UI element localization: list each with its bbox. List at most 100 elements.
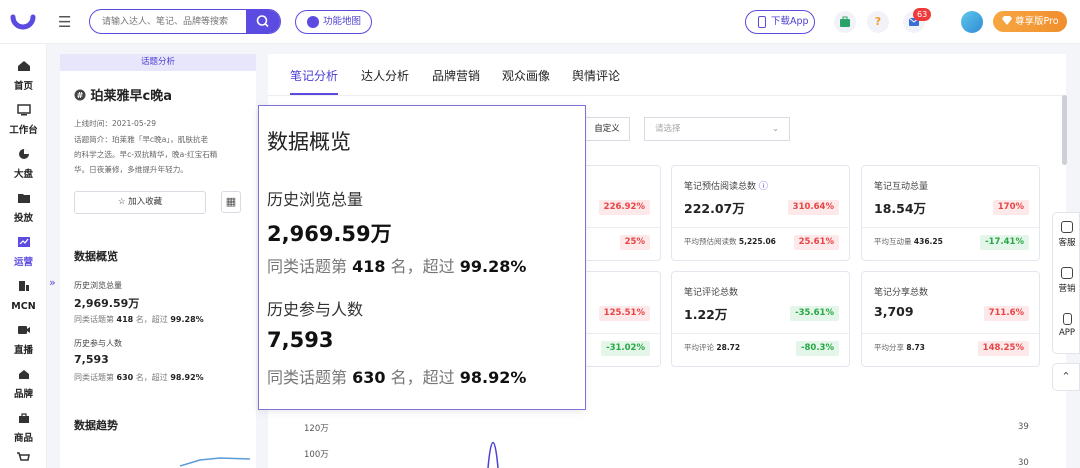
tab-note-analysis[interactable]: 笔记分析 (290, 67, 338, 84)
headset-icon (1061, 221, 1073, 233)
marketing-button[interactable]: 营销 (1053, 267, 1080, 294)
diamond-icon (1002, 16, 1012, 25)
change-badge: 711.6% (983, 306, 1029, 321)
pro-label: 尊享版Pro (1015, 16, 1059, 27)
nav-item-overview[interactable]: 大盘 (0, 144, 47, 184)
favorite-label: 加入收藏 (128, 197, 163, 207)
phone-icon (1062, 313, 1072, 325)
bag-icon (18, 413, 29, 423)
change-badge: 170% (992, 200, 1029, 215)
topic-analysis-tab[interactable]: 话题分析 (60, 54, 256, 71)
marketing-icon (1061, 267, 1073, 279)
card-sub: 平均分享 8.73 (874, 343, 925, 352)
tab-public-opinion[interactable]: 舆情评论 (572, 67, 620, 84)
back-to-top-button[interactable]: ⌃ (1052, 363, 1080, 391)
chart-icon (17, 237, 30, 247)
nav-label: 大盘 (13, 169, 33, 180)
search-input[interactable] (90, 10, 248, 33)
search-button[interactable] (246, 10, 280, 33)
add-favorite-button[interactable]: ☆ 加入收藏 (74, 191, 206, 214)
download-app-label: 下载App (771, 16, 809, 27)
participants-value: 7,593 (74, 353, 109, 366)
overview-zoom-callout: 数据概览 历史浏览总量 2,969.59万 同类话题第 418 名，超过 99.… (258, 105, 586, 410)
map-icon (307, 16, 319, 28)
topic-intro-line2: 的科学之选。早c-双抗精华，晚a-红宝石精 (74, 150, 218, 159)
feature-map-button[interactable]: 功能地图 (295, 10, 372, 34)
nav-item-goods[interactable]: 商品 (0, 408, 47, 448)
trend-mini-chart (180, 457, 250, 467)
sub-change-badge: 25% (619, 235, 650, 250)
nav-label: 品牌 (13, 389, 33, 400)
trend-title: 数据趋势 (74, 419, 118, 432)
zoom-participants-value: 7,593 (267, 328, 334, 352)
building-icon (18, 281, 29, 291)
download-app-button[interactable]: 下载App (745, 10, 815, 34)
card-title: 笔记分享总数 (874, 288, 929, 298)
logo-icon[interactable] (10, 9, 36, 35)
tab-kol-analysis[interactable]: 达人分析 (361, 67, 409, 84)
sub-change-badge: -80.3% (795, 341, 839, 356)
sub-change-badge: 148.25% (977, 341, 1029, 356)
tab-audience-profile[interactable]: 观众画像 (502, 67, 550, 84)
zoom-views-value: 2,969.59万 (267, 222, 392, 246)
y-axis-left-tick: 120万 (304, 424, 329, 434)
tab-brand-marketing[interactable]: 品牌营销 (432, 67, 480, 84)
card-title: 笔记评论总数 (684, 288, 739, 298)
nav-item-home[interactable]: 首页 (0, 56, 47, 96)
video-icon (17, 326, 30, 334)
card-sub: 平均互动量 436.25 (874, 237, 943, 246)
pie-chart-icon (18, 149, 29, 159)
briefcase-button[interactable] (834, 11, 856, 33)
nav-item-launch[interactable]: 投放 (0, 188, 47, 228)
trend-line (487, 442, 499, 468)
star-icon: ☆ (117, 197, 129, 207)
info-icon[interactable]: ⓘ (759, 182, 768, 192)
nav-item-workbench[interactable]: 工作台 (0, 100, 47, 140)
nav-item-live[interactable]: 直播 (0, 320, 47, 360)
phone-icon (758, 16, 766, 28)
collapse-panel-button[interactable]: » (49, 276, 56, 289)
analysis-tabs: 笔记分析 达人分析 品牌营销 观众画像 舆情评论 (268, 54, 1066, 96)
nav-item-mcn[interactable]: MCN (0, 276, 47, 316)
workbench-icon (16, 104, 31, 116)
customer-service-button[interactable]: 客服 (1053, 221, 1080, 248)
views-value: 2,969.59万 (74, 297, 140, 310)
change-badge: 226.92% (598, 200, 650, 215)
participants-rank: 同类话题第 630 名，超过 98.92% (74, 373, 204, 382)
filter-select[interactable]: 请选择 ⌄ (644, 117, 790, 141)
card-value: 3,709 (874, 304, 914, 319)
briefcase-icon (840, 16, 850, 27)
zoom-overview-title: 数据概览 (267, 130, 351, 154)
search-box (89, 9, 281, 34)
svg-text:#: # (77, 91, 84, 100)
top-bar: ☰ 功能地图 下载App ? 63 尊享版Pro (0, 0, 1080, 44)
metric-card-read: 笔记预估阅读总数 ⓘ 222.07万 310.64% 平均预估阅读数 5,225… (671, 165, 850, 261)
avatar[interactable] (961, 11, 983, 33)
brand-icon (18, 370, 29, 379)
cart-icon[interactable] (16, 452, 30, 464)
custom-date-button[interactable]: 自定义 (584, 117, 630, 141)
change-badge: 310.64% (787, 200, 839, 215)
topic-intro-line3: 华。日夜兼修，多维提升年轻力。 (74, 165, 188, 174)
qr-code-button[interactable]: ▦ (221, 191, 241, 213)
topic-intro-line1: 话题简介：珀莱雅「早c晚a」，肌肤抗老 (74, 135, 209, 144)
topic-title: # 珀莱雅早c晚a (74, 85, 172, 104)
sub-change-badge: -17.41% (980, 235, 1029, 250)
nav-item-brand[interactable]: 品牌 (0, 364, 47, 404)
pro-version-button[interactable]: 尊享版Pro (993, 11, 1067, 32)
help-button[interactable]: ? (867, 11, 889, 33)
menu-toggle-icon[interactable]: ☰ (58, 12, 78, 32)
nav-label: 商品 (13, 433, 33, 444)
card-value: 222.07万 (684, 201, 745, 216)
metric-card-shares: 笔记分享总数 3,709 711.6% 平均分享 8.73 148.25% (861, 271, 1040, 367)
topic-panel: 话题分析 # 珀莱雅早c晚a 上线时间：2021-05-29 话题简介：珀莱雅「… (60, 54, 256, 468)
help-icon: ? (874, 15, 882, 28)
scrollbar[interactable] (1062, 95, 1067, 165)
card-sub: 平均评论 28.72 (684, 343, 741, 352)
nav-item-operation[interactable]: 运营 (0, 232, 47, 272)
online-time: 上线时间：2021-05-29 (74, 119, 157, 128)
nav-label: 直播 (13, 345, 33, 356)
card-value: 1.22万 (684, 307, 728, 322)
nav-label: 工作台 (9, 125, 38, 136)
app-button[interactable]: APP (1053, 313, 1080, 338)
